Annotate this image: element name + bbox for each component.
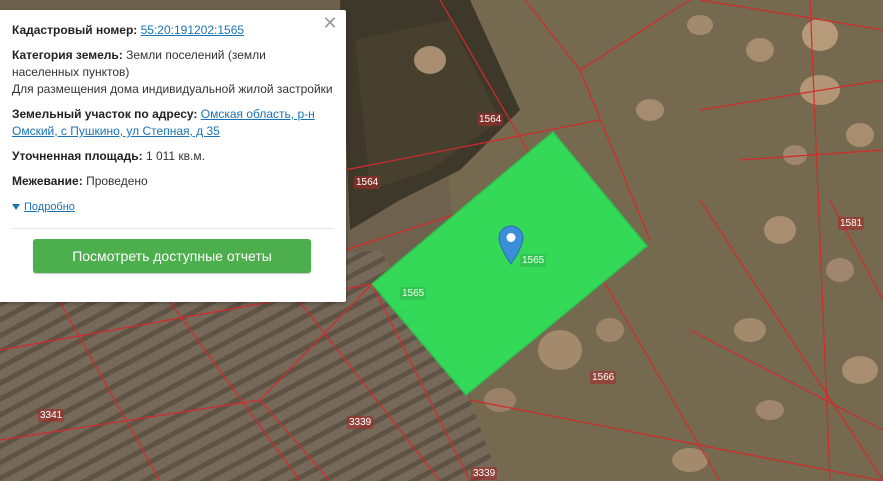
address-row: Земельный участок по адресу: Омская обла… bbox=[12, 106, 334, 140]
area-value: 1 011 кв.м. bbox=[145, 149, 205, 163]
parcel-label: 3339 bbox=[471, 467, 498, 480]
area-row: Уточненная площадь: 1 011 кв.м. bbox=[12, 148, 334, 165]
parcel-label: 3341 bbox=[38, 409, 65, 422]
close-icon[interactable]: ✕ bbox=[322, 14, 338, 32]
survey-row: Межевание: Проведено bbox=[12, 173, 334, 190]
divider bbox=[12, 228, 334, 229]
category-row: Категория земель: Земли поселений (земли… bbox=[12, 47, 334, 98]
triangle-down-icon bbox=[12, 203, 20, 210]
map-pin-icon[interactable] bbox=[498, 225, 524, 265]
cadastral-row: Кадастровый номер: 55:20:191202:1565 bbox=[12, 22, 334, 39]
survey-label: Межевание: bbox=[12, 174, 83, 188]
survey-value: Проведено bbox=[86, 174, 148, 188]
parcel-label: 1565 bbox=[400, 287, 427, 300]
parcel-label: 1564 bbox=[354, 176, 381, 189]
parcel-label: 1581 bbox=[838, 217, 865, 230]
category-label: Категория земель: bbox=[12, 48, 123, 62]
usage-text: Для размещения дома индивидуальной жилой… bbox=[12, 82, 333, 96]
parcel-label: 1566 bbox=[590, 371, 617, 384]
cadastral-number-link[interactable]: 55:20:191202:1565 bbox=[141, 23, 244, 37]
more-details-link[interactable]: Подробно bbox=[24, 199, 75, 216]
area-label: Уточненная площадь: bbox=[12, 149, 143, 163]
cadastral-label: Кадастровый номер: bbox=[12, 23, 138, 37]
parcel-info-popup: ✕ Кадастровый номер: 55:20:191202:1565 К… bbox=[0, 10, 346, 302]
more-details-toggle[interactable]: Подробно bbox=[12, 198, 334, 216]
view-reports-button[interactable]: Посмотреть доступные отчеты bbox=[33, 239, 311, 273]
address-label: Земельный участок по адресу: bbox=[12, 107, 198, 121]
parcel-label: 3339 bbox=[347, 416, 374, 429]
parcel-label: 1564 bbox=[477, 113, 504, 126]
map-view[interactable]: 1564 1564 1565 1565 1581 1566 3341 3339 … bbox=[0, 0, 883, 481]
